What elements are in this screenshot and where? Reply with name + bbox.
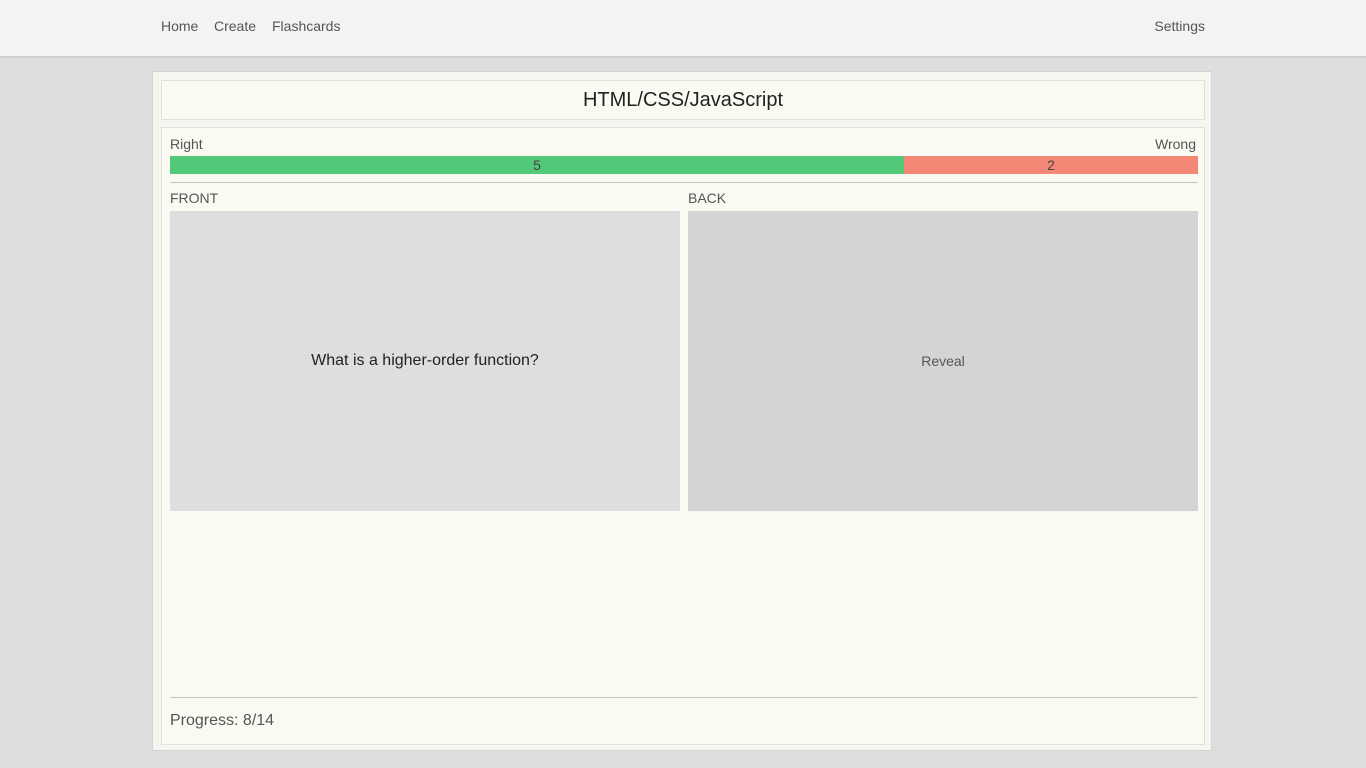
reveal-label: Reveal	[921, 353, 965, 369]
progress-text: Progress: 8/14	[170, 712, 275, 729]
nav-home-link[interactable]: Home	[161, 18, 198, 34]
card-front: What is a higher-order function?	[170, 211, 680, 511]
card-back-reveal[interactable]: Reveal	[688, 211, 1198, 511]
divider	[170, 182, 1198, 183]
score-bar-right: 5	[170, 156, 904, 174]
back-label: BACK	[688, 190, 727, 206]
divider	[170, 697, 1198, 698]
nav-flashcards-link[interactable]: Flashcards	[272, 18, 340, 34]
right-label: Right	[170, 136, 203, 152]
deck-title: HTML/CSS/JavaScript	[161, 80, 1205, 120]
wrong-label: Wrong	[1155, 136, 1196, 152]
nav-settings-link[interactable]: Settings	[1154, 18, 1205, 34]
top-navbar: Home Create Flashcards Settings	[0, 0, 1366, 57]
front-label: FRONT	[170, 190, 219, 206]
score-bar: 5 2	[170, 156, 1198, 174]
card-front-text: What is a higher-order function?	[311, 352, 539, 369]
flashcard-panel: HTML/CSS/JavaScript Right Wrong 5 2 FRON…	[152, 71, 1212, 751]
nav-create-link[interactable]: Create	[214, 18, 256, 34]
study-area: Right Wrong 5 2 FRONT BACK What is a hig…	[161, 127, 1205, 745]
score-bar-wrong: 2	[904, 156, 1198, 174]
